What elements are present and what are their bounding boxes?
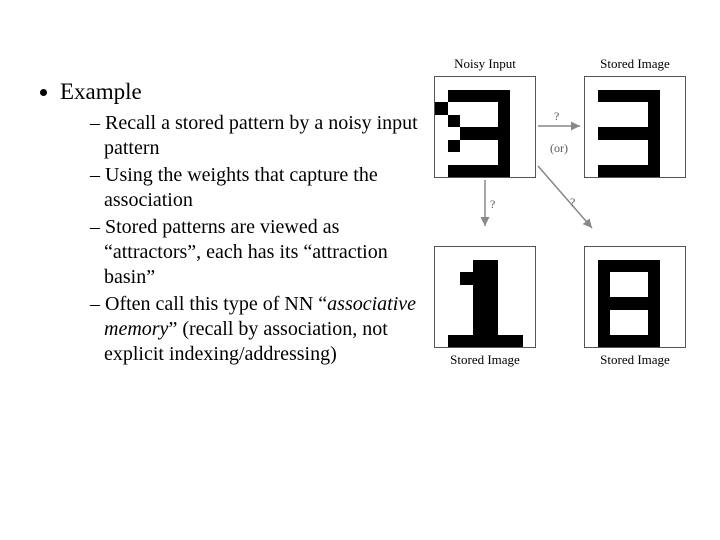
pixels-eight	[585, 247, 685, 347]
tile-stored-8-col: Stored Image	[570, 226, 700, 368]
tile-noisy-3	[434, 76, 536, 178]
tile-clean-3	[584, 76, 686, 178]
pixels-one	[435, 247, 535, 347]
pixels-noisy-3	[435, 77, 535, 177]
tile-stored-1-col: Stored Image	[420, 226, 550, 368]
tile-eight	[584, 246, 686, 348]
text-content: Example Recall a stored pattern by a noi…	[38, 78, 438, 373]
sub-bullet-1: Recall a stored pattern by a noisy input…	[90, 111, 438, 161]
arrow-q-down: ?	[490, 197, 495, 211]
pixels-clean-3	[585, 77, 685, 177]
label-stored-image-top: Stored Image	[570, 56, 700, 72]
sub-bullet-2: Using the weights that capture the assoc…	[90, 163, 438, 213]
tile-one	[434, 246, 536, 348]
tile-noisy-input-col: Noisy Input	[420, 56, 550, 198]
sub-bullets: Recall a stored pattern by a noisy input…	[90, 111, 438, 367]
emphasis-associative-memory: associative memory	[104, 293, 416, 340]
slide: Example Recall a stored pattern by a noi…	[0, 0, 720, 540]
label-stored-image-br: Stored Image	[570, 352, 700, 368]
sub-bullet-3: Stored patterns are viewed as “attractor…	[90, 215, 438, 290]
tile-stored-3-col: Stored Image	[570, 56, 700, 198]
bullet-example-label: Example	[60, 79, 142, 104]
label-stored-image-bl: Stored Image	[420, 352, 550, 368]
label-noisy-input: Noisy Input	[420, 56, 550, 72]
sub-bullet-4: Often call this type of NN “associative …	[90, 292, 438, 367]
bullet-example: Example Recall a stored pattern by a noi…	[60, 78, 438, 367]
figure: ? ? ? (or) Noisy Input Stored Image	[420, 56, 700, 368]
